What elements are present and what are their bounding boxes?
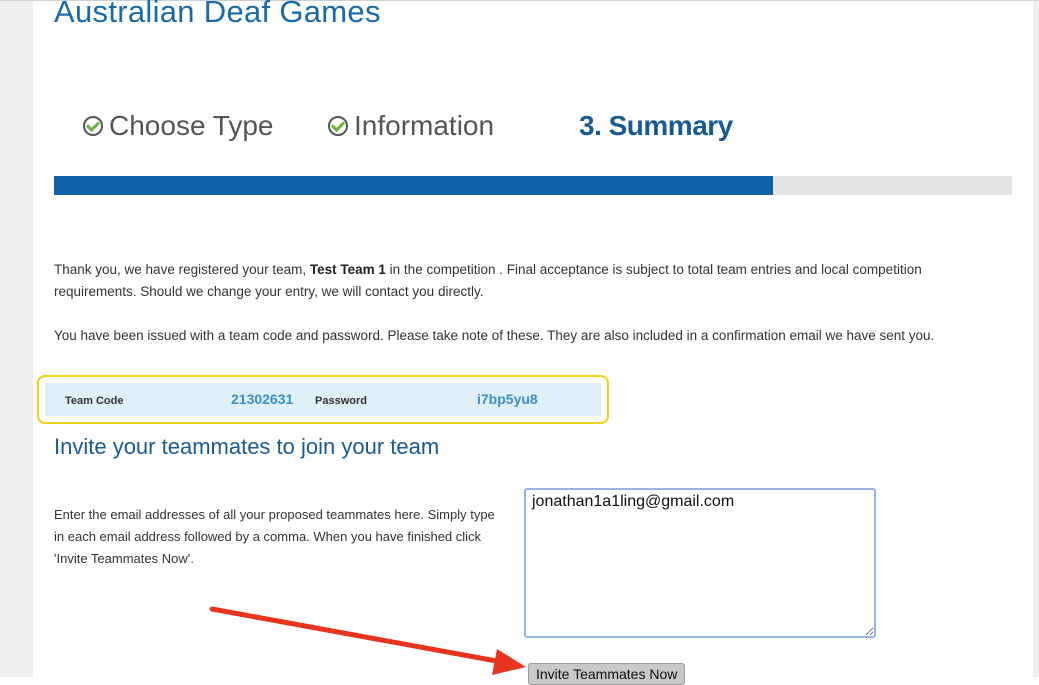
step-choose-type: Choose Type	[83, 106, 274, 146]
step-information: Information	[328, 106, 494, 146]
password-label: Password	[315, 395, 367, 407]
right-gutter	[1033, 1, 1039, 677]
invite-teammates-button[interactable]: Invite Teammates Now	[528, 663, 686, 685]
team-code-label: Team Code	[65, 395, 124, 407]
invite-section-title: Invite your teammates to join your team	[54, 434, 440, 459]
step-summary: 3. Summary	[579, 106, 733, 146]
progress-bar	[54, 176, 1012, 195]
step-label: 3. Summary	[579, 110, 733, 141]
password-value: i7bp5yu8	[477, 391, 538, 407]
team-code-value: 21302631	[231, 391, 294, 407]
credentials-message: You have been issued with a team code an…	[54, 328, 935, 343]
registration-message: Thank you, we have registered your team,…	[54, 259, 1004, 303]
check-circle-icon	[328, 115, 348, 136]
credentials-highlight: Team Code 21302631 Password i7bp5yu8	[37, 375, 609, 424]
step-label: Choose Type	[109, 110, 274, 141]
arrow-head	[492, 649, 526, 675]
left-gutter	[0, 1, 33, 677]
credentials-panel: Team Code 21302631 Password i7bp5yu8	[45, 383, 601, 416]
team-name: Test Team 1	[309, 262, 386, 277]
arrow-shaft	[209, 606, 505, 665]
progress-fill	[54, 176, 773, 195]
message-text: Thank you, we have registered your team,	[54, 262, 310, 277]
teammate-emails-input[interactable]	[524, 488, 876, 638]
invite-instructions: Enter the email addresses of all your pr…	[54, 507, 495, 566]
page-title: Australian Deaf Games	[54, 0, 381, 29]
step-label: Information	[354, 110, 495, 141]
check-circle-icon	[83, 115, 103, 136]
